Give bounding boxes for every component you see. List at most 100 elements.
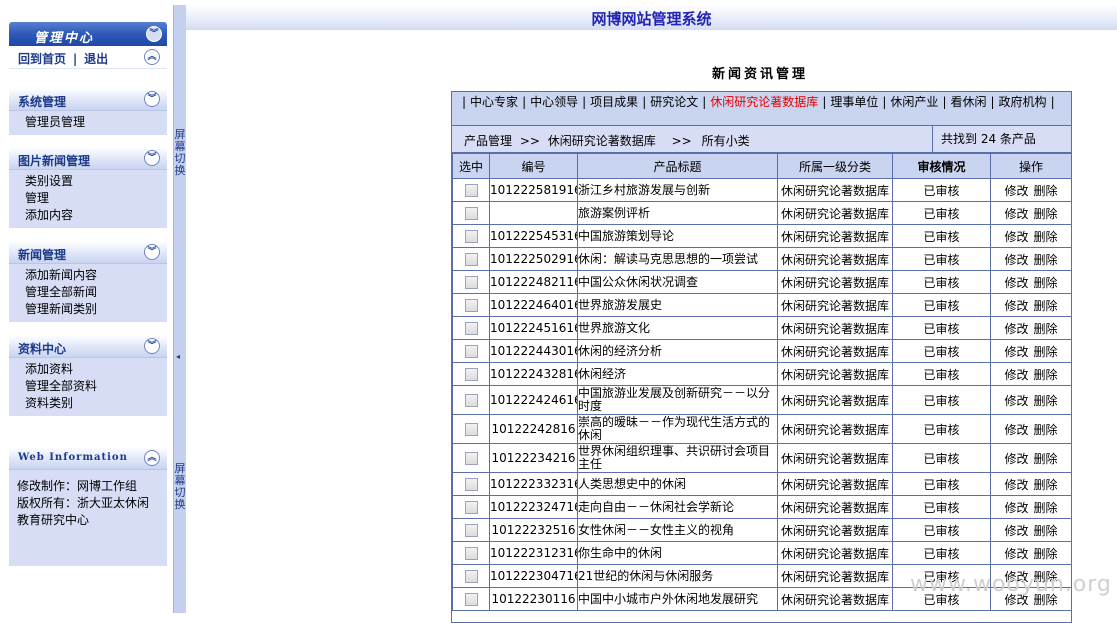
row-checkbox[interactable] (464, 253, 478, 266)
delete-button[interactable]: 删除 (1034, 276, 1058, 290)
edit-button[interactable]: 修改 (1004, 394, 1028, 408)
delete-button[interactable]: 删除 (1034, 230, 1058, 244)
sidebar-item-manage-all-data[interactable]: 管理全部资料 (25, 378, 167, 395)
chevron-down-icon[interactable]: ︾ (144, 91, 160, 107)
row-checkbox[interactable] (464, 547, 478, 560)
logout-link[interactable]: 退出 (84, 52, 108, 66)
sidebar-item-category-settings[interactable]: 类别设置 (25, 173, 167, 190)
sidebar-item-manage-news-categories[interactable]: 管理新闻类别 (25, 301, 167, 318)
nav-item[interactable]: 看休闲 (950, 95, 986, 109)
screen-switch-lower[interactable]: 屏幕切换 (174, 463, 186, 511)
sidebar-item-add-data[interactable]: 添加资料 (25, 361, 167, 378)
row-checkbox[interactable] (464, 345, 478, 358)
row-checkbox[interactable] (464, 593, 478, 606)
select-cell (452, 587, 490, 611)
edit-button[interactable]: 修改 (1004, 299, 1028, 313)
data-center-section-header[interactable]: 资料中心 ︾ (9, 335, 167, 358)
delete-button[interactable]: 删除 (1034, 253, 1058, 267)
sidebar-item-add-content[interactable]: 添加内容 (25, 207, 167, 224)
nav-item[interactable]: 中心领导 (530, 95, 578, 109)
delete-button[interactable]: 删除 (1034, 207, 1058, 221)
sidebar-item-manage-all-news[interactable]: 管理全部新闻 (25, 284, 167, 301)
title-cell: 旅游案例评析 (577, 201, 778, 225)
edit-button[interactable]: 修改 (1004, 276, 1028, 290)
news-section-header[interactable]: 新闻管理 ︾ (9, 241, 167, 264)
row-checkbox[interactable] (464, 452, 478, 465)
row-checkbox[interactable] (464, 276, 478, 289)
delete-button[interactable]: 删除 (1034, 345, 1058, 359)
edit-button[interactable]: 修改 (1004, 368, 1028, 382)
breadcrumb-level1[interactable]: 产品管理 (464, 134, 512, 148)
screen-switch-char[interactable]: 换 (174, 165, 186, 177)
row-checkbox[interactable] (464, 207, 478, 220)
edit-button[interactable]: 修改 (1004, 322, 1028, 336)
delete-button[interactable]: 删除 (1034, 184, 1058, 198)
row-checkbox[interactable] (464, 501, 478, 514)
edit-button[interactable]: 修改 (1004, 345, 1028, 359)
row-checkbox[interactable] (464, 322, 478, 335)
chevron-up-icon[interactable]: ︽ (144, 49, 160, 65)
delete-button[interactable]: 删除 (1034, 501, 1058, 515)
delete-button[interactable]: 删除 (1034, 299, 1058, 313)
breadcrumb-level3[interactable]: 所有小类 (702, 134, 750, 148)
row-checkbox[interactable] (464, 299, 478, 312)
breadcrumb-level2[interactable]: 休闲研究论著数据库 (548, 134, 656, 148)
nav-item[interactable]: 中心专家 (470, 95, 518, 109)
row-checkbox[interactable] (464, 478, 478, 491)
nav-item[interactable]: 休闲研究论著数据库 (710, 95, 818, 109)
sidebar-item-data-categories[interactable]: 资料类别 (25, 395, 167, 412)
nav-item[interactable]: 政府机构 (999, 95, 1047, 109)
edit-button[interactable]: 修改 (1004, 452, 1028, 466)
row-checkbox[interactable] (464, 394, 478, 407)
edit-button[interactable]: 修改 (1004, 547, 1028, 561)
row-checkbox[interactable] (464, 368, 478, 381)
edit-button[interactable]: 修改 (1004, 478, 1028, 492)
delete-button[interactable]: 删除 (1034, 547, 1058, 561)
delete-button[interactable]: 删除 (1034, 524, 1058, 538)
row-checkbox[interactable] (464, 423, 478, 436)
delete-button[interactable]: 删除 (1034, 423, 1058, 437)
row-checkbox[interactable] (464, 524, 478, 537)
edit-button[interactable]: 修改 (1004, 423, 1028, 437)
nav-item[interactable]: 理事单位 (830, 95, 878, 109)
chevron-down-icon[interactable]: ︾ (146, 26, 162, 42)
category-cell: 休闲研究论著数据库 (777, 178, 893, 202)
screen-switch-char[interactable]: 换 (174, 499, 186, 511)
title-cell: 世界休闲组织理事、共识研讨会项目主任 (577, 443, 778, 473)
admin-center-header[interactable]: 管理中心 ︾ (9, 22, 167, 46)
data-center-section-body: 添加资料 管理全部资料 资料类别 (9, 358, 167, 416)
delete-button[interactable]: 删除 (1034, 478, 1058, 492)
chevron-down-icon[interactable]: ︾ (144, 244, 160, 260)
delete-button[interactable]: 删除 (1034, 452, 1058, 466)
screen-switch-upper[interactable]: 屏幕切换 (174, 129, 186, 177)
edit-button[interactable]: 修改 (1004, 184, 1028, 198)
collapse-arrow-icon[interactable]: ◂ (176, 352, 180, 361)
chevron-up-icon[interactable]: ︽ (144, 450, 160, 466)
sidebar-item-admin-manage[interactable]: 管理员管理 (25, 114, 167, 131)
system-section-header[interactable]: 系统管理 ︾ (9, 88, 167, 111)
title-cell: 中国中小城市户外休闲地发展研究 (577, 587, 778, 611)
chevron-down-icon[interactable]: ︾ (144, 150, 160, 166)
home-link[interactable]: 回到首页 (18, 52, 66, 66)
edit-button[interactable]: 修改 (1004, 230, 1028, 244)
chevron-down-icon[interactable]: ︾ (144, 338, 160, 354)
screen-splitter[interactable]: 屏幕切换 ◂ 屏幕切换 (173, 5, 186, 613)
delete-button[interactable]: 删除 (1034, 368, 1058, 382)
nav-item[interactable]: 休闲产业 (890, 95, 938, 109)
edit-button[interactable]: 修改 (1004, 524, 1028, 538)
category-cell: 休闲研究论著数据库 (777, 339, 893, 363)
delete-button[interactable]: 删除 (1034, 394, 1058, 408)
sidebar-item-add-news[interactable]: 添加新闻内容 (25, 267, 167, 284)
row-checkbox[interactable] (464, 570, 478, 583)
row-checkbox[interactable] (464, 230, 478, 243)
web-info-header[interactable]: Web Information ︽ (9, 447, 167, 470)
delete-button[interactable]: 删除 (1034, 322, 1058, 336)
edit-button[interactable]: 修改 (1004, 501, 1028, 515)
photo-news-section-header[interactable]: 图片新闻管理 ︾ (9, 147, 167, 170)
row-checkbox[interactable] (464, 184, 478, 197)
edit-button[interactable]: 修改 (1004, 207, 1028, 221)
edit-button[interactable]: 修改 (1004, 253, 1028, 267)
nav-item[interactable]: 研究论文 (650, 95, 698, 109)
sidebar-item-manage[interactable]: 管理 (25, 190, 167, 207)
nav-item[interactable]: 项目成果 (590, 95, 638, 109)
